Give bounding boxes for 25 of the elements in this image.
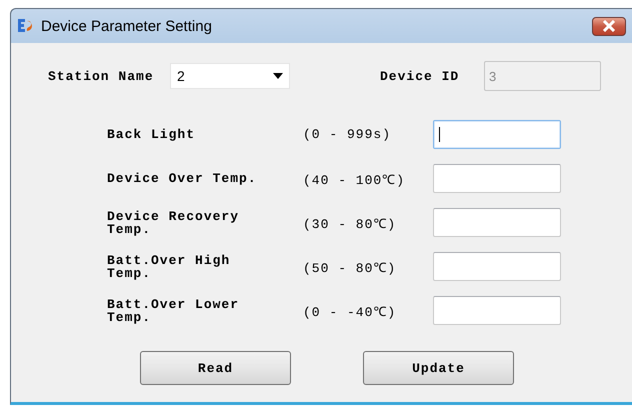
action-button[interactable]: Read [140, 351, 291, 385]
device-id-label: Device ID [380, 68, 460, 84]
parameter-label: Batt.Over High Temp. [107, 254, 232, 280]
range-label: (30 - 80℃) [303, 216, 398, 232]
range-label: (0 - 999s) [303, 127, 392, 142]
input-field[interactable] [433, 296, 561, 325]
range-label: (50 - 80℃) [303, 260, 398, 276]
action-button[interactable]: Update [363, 351, 514, 385]
input-field[interactable] [433, 164, 561, 193]
range-label: (40 - 100℃) [303, 172, 406, 188]
station-dropdown[interactable]: 2 [170, 63, 290, 89]
close-button[interactable] [592, 16, 626, 36]
station-name-label: Station Name [48, 68, 155, 84]
window-title: Device Parameter Setting [41, 18, 212, 34]
range-label: (0 - -40℃) [303, 304, 398, 320]
close-icon [602, 20, 616, 32]
text-cursor [439, 127, 440, 142]
input-field[interactable] [433, 120, 561, 149]
input-field[interactable] [433, 208, 561, 237]
dropdown-arrow-icon [273, 73, 283, 79]
input-field[interactable] [433, 252, 561, 281]
parameter-label: Device Over Temp. [107, 172, 257, 185]
parameter-label: Back Light [107, 128, 196, 141]
parameter-label: Device Recovery Temp. [107, 210, 240, 236]
parameter-label: Batt.Over Lower Temp. [107, 298, 240, 324]
